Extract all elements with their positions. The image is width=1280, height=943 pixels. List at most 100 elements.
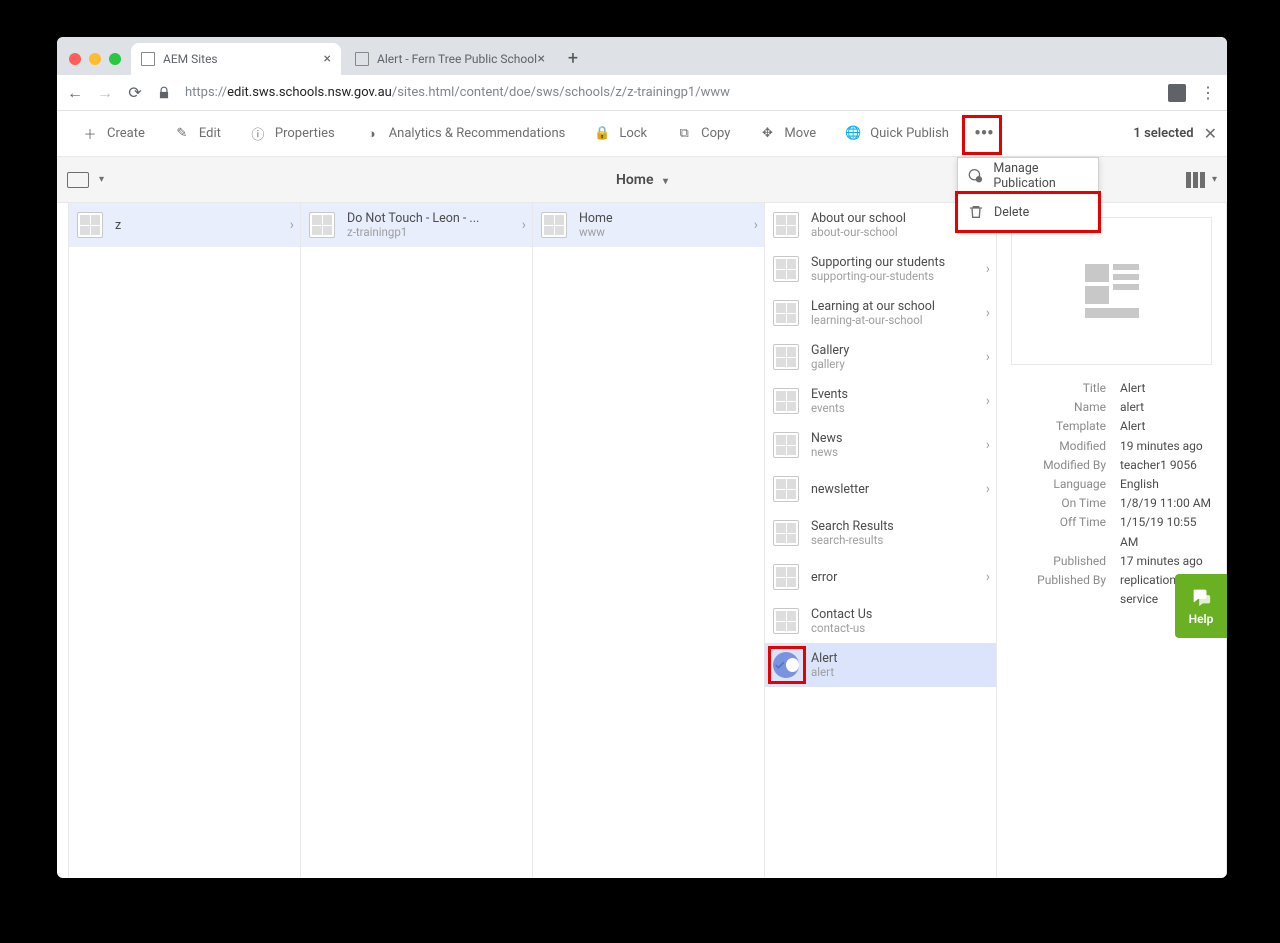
move-button[interactable]: ✥Move [744, 111, 830, 156]
detail-value: 19 minutes ago [1120, 437, 1212, 456]
page-thumb-icon [773, 432, 799, 458]
page-thumb-icon [773, 564, 799, 590]
page-thumb-icon [773, 344, 799, 370]
browser-menu-icon[interactable]: ⋮ [1200, 83, 1217, 102]
chevron-right-icon: › [986, 437, 990, 453]
list-item[interactable]: Newsnews› [765, 423, 996, 467]
column: Do Not Touch - Leon - ...z-trainingp1 › [301, 203, 533, 878]
clear-selection-icon[interactable]: ✕ [1204, 124, 1217, 143]
detail-key: Off Time [1016, 513, 1106, 551]
detail-key: Published [1016, 552, 1106, 571]
column-view: z › Do Not Touch - Leon - ...z-trainingp… [57, 203, 1227, 878]
profile-icon[interactable] [1168, 84, 1186, 102]
list-item[interactable]: Supporting our studentssupporting-our-st… [765, 247, 996, 291]
highlight-box [768, 646, 806, 684]
chevron-right-icon: › [986, 349, 990, 365]
selection-count: 1 selected [1133, 126, 1193, 141]
browser-tab-active[interactable]: AEM Sites × [131, 43, 341, 75]
minimize-window-icon[interactable] [89, 53, 101, 65]
globe-gear-icon [968, 167, 983, 185]
chevron-down-icon: ▾ [99, 174, 104, 185]
list-item[interactable]: Homewww › [533, 203, 764, 247]
list-item[interactable]: Contact Uscontact-us [765, 599, 996, 643]
list-item[interactable]: Gallerygallery› [765, 335, 996, 379]
detail-value: 1/8/19 11:00 AM [1120, 494, 1212, 513]
properties-button[interactable]: ⓘProperties [235, 111, 349, 156]
analytics-icon: ◑ [363, 125, 381, 143]
page-preview [1011, 217, 1212, 365]
detail-key: Language [1016, 475, 1106, 494]
page-thumb-icon [773, 212, 799, 238]
rail-toggle-icon[interactable] [67, 172, 89, 188]
info-icon: ⓘ [249, 125, 267, 143]
url-field[interactable]: https://edit.sws.schools.nsw.gov.au/site… [185, 85, 1154, 100]
highlight-box [955, 191, 1101, 233]
new-tab-button[interactable]: + [559, 48, 587, 75]
analytics-button[interactable]: ◑Analytics & Recommendations [349, 111, 580, 156]
detail-key: Title [1016, 379, 1106, 398]
create-button[interactable]: ＋Create [67, 111, 159, 156]
list-item[interactable]: Eventsevents› [765, 379, 996, 423]
help-button[interactable]: Help [1175, 574, 1227, 638]
chevron-right-icon: › [986, 305, 990, 321]
detail-value: Alert [1120, 379, 1212, 398]
pencil-icon: ✎ [173, 125, 191, 143]
page-thumb-icon [309, 212, 335, 238]
edit-button[interactable]: ✎Edit [159, 111, 235, 156]
dropdown-menu: Manage Publication Delete [957, 157, 1099, 231]
list-item[interactable]: Do Not Touch - Leon - ...z-trainingp1 › [301, 203, 532, 247]
quick-publish-button[interactable]: 🌐Quick Publish [830, 111, 963, 156]
maximize-window-icon[interactable] [109, 53, 121, 65]
copy-button[interactable]: ⧉Copy [661, 111, 744, 156]
manage-publication-item[interactable]: Manage Publication [958, 158, 1098, 194]
chevron-right-icon: › [986, 393, 990, 409]
detail-key: Modified [1016, 437, 1106, 456]
detail-value: Alert [1120, 417, 1212, 436]
close-window-icon[interactable] [69, 53, 81, 65]
detail-value: English [1120, 475, 1212, 494]
window-controls [65, 53, 131, 75]
detail-key: Modified By [1016, 456, 1106, 475]
list-item[interactable]: error› [765, 555, 996, 599]
page-thumb-icon [773, 520, 799, 546]
page-icon [141, 52, 155, 66]
chevron-down-icon: ▾ [663, 176, 668, 187]
chevron-right-icon: › [522, 217, 526, 233]
list-item[interactable]: Learning at our schoollearning-at-our-sc… [765, 291, 996, 335]
detail-value: 1/15/19 10:55 AM [1120, 513, 1212, 551]
detail-value: 17 minutes ago [1120, 552, 1212, 571]
list-item[interactable]: z › [69, 203, 300, 247]
page-thumb-icon [773, 256, 799, 282]
lock-icon [157, 86, 171, 100]
close-tab-icon[interactable]: × [538, 51, 545, 67]
globe-icon: 🌐 [844, 125, 862, 143]
detail-value: teacher1 9056 [1120, 456, 1212, 475]
page-thumb-icon [773, 300, 799, 326]
view-switcher[interactable]: ▾ [1186, 172, 1217, 188]
chevron-right-icon: › [754, 217, 758, 233]
column: Homewww › [533, 203, 765, 878]
close-tab-icon[interactable]: × [324, 51, 331, 67]
forward-icon[interactable]: → [97, 83, 113, 103]
detail-key: Published By [1016, 571, 1106, 609]
chevron-right-icon: › [986, 569, 990, 585]
page-thumb-icon [773, 476, 799, 502]
list-item[interactable]: newsletter› [765, 467, 996, 511]
column: z › [69, 203, 301, 878]
detail-panel: TitleAlertNamealertTemplateAlertModified… [997, 203, 1227, 878]
breadcrumb[interactable]: Home ▾ [616, 172, 668, 188]
page-thumb-icon [77, 212, 103, 238]
list-item[interactable]: Search Resultssearch-results [765, 511, 996, 555]
tab-title: AEM Sites [163, 52, 218, 66]
detail-key: On Time [1016, 494, 1106, 513]
tab-title: Alert - Fern Tree Public School [377, 52, 537, 66]
lock-button[interactable]: 🔒Lock [579, 111, 661, 156]
column: About our schoolabout-our-schoolSupporti… [765, 203, 997, 878]
address-bar: ← → ⟳ https://edit.sws.schools.nsw.gov.a… [57, 75, 1227, 111]
chevron-right-icon: › [986, 481, 990, 497]
list-item[interactable]: Alertalert [765, 643, 996, 687]
back-icon[interactable]: ← [67, 83, 83, 103]
reload-icon[interactable]: ⟳ [127, 83, 143, 102]
browser-tab[interactable]: Alert - Fern Tree Public School × [345, 43, 555, 75]
highlight-box [962, 115, 1002, 155]
